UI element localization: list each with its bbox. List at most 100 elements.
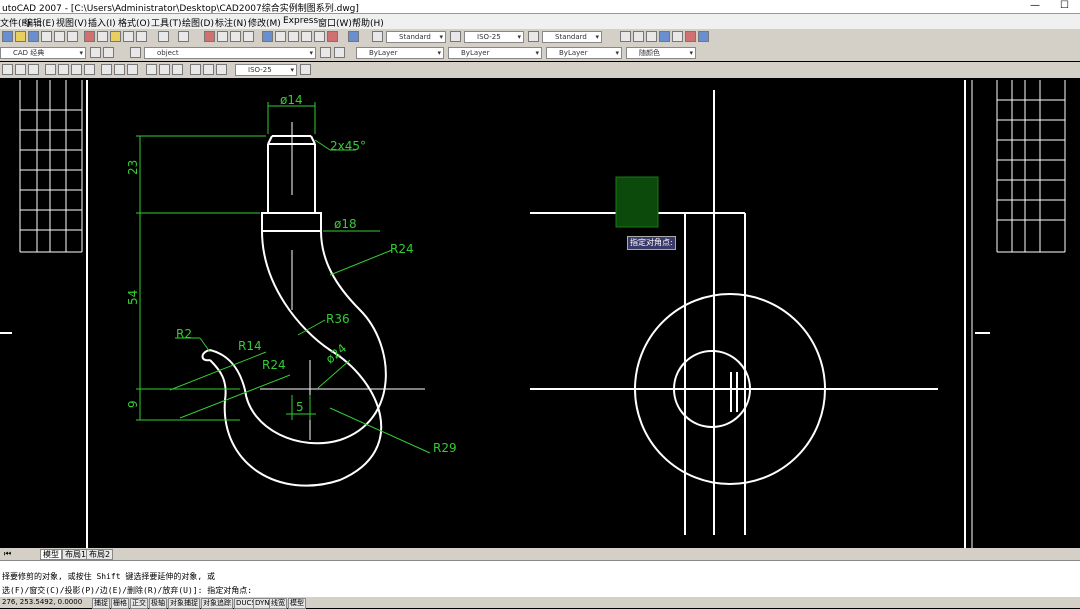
make-current-icon[interactable] xyxy=(320,47,331,58)
dim-style-select[interactable]: ISO-25 xyxy=(464,31,524,43)
dim-edit-icon[interactable] xyxy=(190,64,201,75)
table-style-icon[interactable] xyxy=(528,31,539,42)
menu-help[interactable]: 帮助(H) xyxy=(352,16,384,29)
polar-toggle[interactable]: 极轴 xyxy=(149,598,167,609)
dim-chamfer: 2x45° xyxy=(330,139,366,153)
zoom-window-icon[interactable] xyxy=(230,31,241,42)
dim-style-icon[interactable] xyxy=(450,31,461,42)
undo-icon[interactable] xyxy=(158,31,169,42)
plotstyle-select[interactable]: 随颜色 xyxy=(626,47,696,59)
menu-draw[interactable]: 绘图(D) xyxy=(182,16,214,29)
dim-r24a: R24 xyxy=(390,242,414,256)
copy-icon[interactable] xyxy=(97,31,108,42)
selection-window xyxy=(615,176,659,228)
block-editor-icon[interactable] xyxy=(136,31,147,42)
osnap-toggle[interactable]: 对象捕捉 xyxy=(168,598,200,609)
lineweight-toggle[interactable]: 线宽 xyxy=(269,598,287,609)
quickcalc-icon[interactable] xyxy=(327,31,338,42)
tab-layout2[interactable]: 布局2 xyxy=(86,549,114,560)
maximize-button[interactable]: ☐ xyxy=(1060,0,1069,11)
sphere-icon[interactable] xyxy=(685,31,696,42)
menu-modify[interactable]: 修改(M) xyxy=(248,16,281,29)
otrack-toggle[interactable]: 对象追踪 xyxy=(201,598,233,609)
linetype-select[interactable]: ByLayer xyxy=(448,47,542,59)
pan-icon[interactable] xyxy=(204,31,215,42)
design-center-icon[interactable] xyxy=(275,31,286,42)
aligned-dim-icon[interactable] xyxy=(15,64,26,75)
zoom-previous-icon[interactable] xyxy=(243,31,254,42)
coordinate-display: 276, 253.5492, 0.0000 xyxy=(2,598,83,606)
text-style-select[interactable]: Standard xyxy=(386,31,446,43)
dim-d14: ø14 xyxy=(280,93,303,107)
menu-tools[interactable]: 工具(T) xyxy=(151,16,182,29)
match-properties-icon[interactable] xyxy=(123,31,134,42)
color-select[interactable]: ByLayer xyxy=(356,47,444,59)
minimize-button[interactable]: — xyxy=(1030,0,1040,11)
menu-view[interactable]: 视图(V) xyxy=(56,16,87,29)
dim-h9: 9 xyxy=(126,400,140,408)
layer-properties-icon[interactable] xyxy=(130,47,141,58)
tool-palettes-icon[interactable] xyxy=(288,31,299,42)
snap-toggle[interactable]: 捕捉 xyxy=(92,598,110,609)
open-icon[interactable] xyxy=(15,31,26,42)
menu-format[interactable]: 格式(O) xyxy=(118,16,150,29)
cylinder-icon[interactable] xyxy=(646,31,657,42)
diameter-dim-icon[interactable] xyxy=(71,64,82,75)
help-icon[interactable] xyxy=(348,31,359,42)
command-window[interactable]: 择要修剪的对象, 或按住 Shift 键选择要延伸的对象, 或 选(F)/窗交(… xyxy=(0,560,1080,598)
menu-insert[interactable]: 插入(I) xyxy=(88,16,116,29)
wedge-icon[interactable] xyxy=(633,31,644,42)
continue-dim-icon[interactable] xyxy=(127,64,138,75)
table-style-select[interactable]: Standard xyxy=(542,31,602,43)
menu-window[interactable]: 窗口(W) xyxy=(318,16,352,29)
center-mark-icon[interactable] xyxy=(172,64,183,75)
jogged-dim-icon[interactable] xyxy=(58,64,69,75)
grid-toggle[interactable]: 栅格 xyxy=(111,598,129,609)
sheet-set-icon[interactable] xyxy=(301,31,312,42)
redo-icon[interactable] xyxy=(178,31,189,42)
new-icon[interactable] xyxy=(2,31,13,42)
box-icon[interactable] xyxy=(620,31,631,42)
menu-dimension[interactable]: 标注(N) xyxy=(215,16,247,29)
ortho-toggle[interactable]: 正交 xyxy=(130,598,148,609)
baseline-dim-icon[interactable] xyxy=(114,64,125,75)
dim-update-icon[interactable] xyxy=(216,64,227,75)
quick-leader-icon[interactable] xyxy=(146,64,157,75)
save-icon[interactable] xyxy=(28,31,39,42)
dim-style-manager-icon[interactable] xyxy=(300,64,311,75)
linear-dim-icon[interactable] xyxy=(2,64,13,75)
ordinate-dim-icon[interactable] xyxy=(28,64,39,75)
workspace-select[interactable]: CAD 经典 xyxy=(0,47,86,59)
visual-style-icon[interactable] xyxy=(698,31,709,42)
menu-express[interactable]: Express xyxy=(283,16,318,26)
zoom-realtime-icon[interactable] xyxy=(217,31,228,42)
render-icon[interactable] xyxy=(659,31,670,42)
layer-previous-icon[interactable] xyxy=(334,47,345,58)
lineweight-select[interactable]: ByLayer xyxy=(546,47,622,59)
quick-dim-icon[interactable] xyxy=(101,64,112,75)
menu-edit[interactable]: 编辑(E) xyxy=(24,16,55,29)
dim-text-edit-icon[interactable] xyxy=(203,64,214,75)
layer-manager-icon[interactable] xyxy=(103,47,114,58)
drawing-canvas[interactable]: ø14 2x45° 23 ø18 R24 54 R36 R2 R14 R24 ø… xyxy=(0,78,1080,548)
tab-nav-first-icon[interactable]: ⏮ xyxy=(2,549,13,558)
radius-dim-icon[interactable] xyxy=(45,64,56,75)
tolerance-icon[interactable] xyxy=(159,64,170,75)
text-style-icon[interactable] xyxy=(372,31,383,42)
paste-icon[interactable] xyxy=(110,31,121,42)
materials-icon[interactable] xyxy=(672,31,683,42)
cut-icon[interactable] xyxy=(84,31,95,42)
preview-icon[interactable] xyxy=(54,31,65,42)
dim-style-select-2[interactable]: ISO-25 xyxy=(235,64,297,76)
workspace-settings-icon[interactable] xyxy=(90,47,101,58)
publish-icon[interactable] xyxy=(67,31,78,42)
print-icon[interactable] xyxy=(41,31,52,42)
dim-r2: R2 xyxy=(176,327,192,341)
properties-icon[interactable] xyxy=(262,31,273,42)
layer-select[interactable]: object xyxy=(144,47,316,59)
model-toggle[interactable]: 模型 xyxy=(288,598,306,609)
title-bar: utoCAD 2007 - [C:\Users\Administrator\De… xyxy=(0,0,1080,14)
tab-model[interactable]: 模型 xyxy=(40,549,62,560)
angular-dim-icon[interactable] xyxy=(84,64,95,75)
markup-icon[interactable] xyxy=(314,31,325,42)
